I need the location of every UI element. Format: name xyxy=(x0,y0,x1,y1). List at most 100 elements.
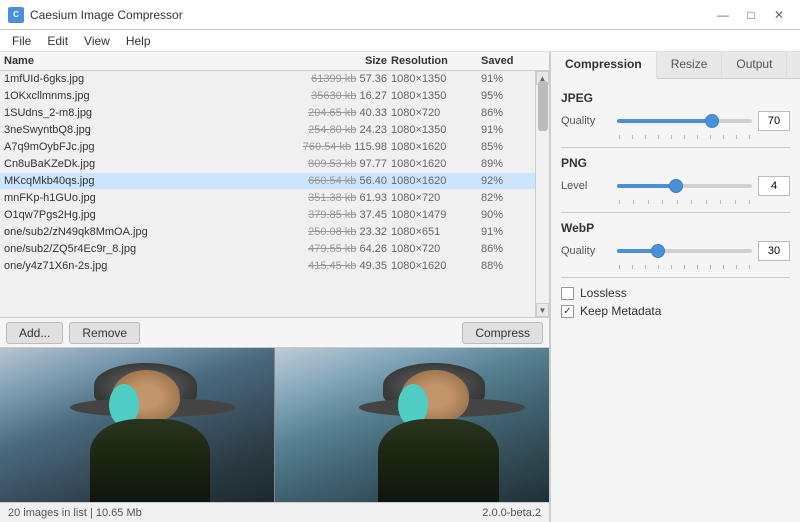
png-level-track xyxy=(617,184,752,188)
table-row[interactable]: A7q9mOybFJc.jpg 760.54 kb 115.98 1080×16… xyxy=(0,139,535,156)
keep-metadata-row: Keep Metadata xyxy=(561,304,790,318)
scroll-thumb[interactable] xyxy=(538,81,548,131)
file-size: 351.38 kb 61.93 xyxy=(291,192,391,204)
menu-view[interactable]: View xyxy=(76,32,118,50)
file-size-original: 351.38 kb xyxy=(308,192,356,204)
table-row[interactable]: O1qw7Pgs2Hg.jpg 379.85 kb 37.45 1080×147… xyxy=(0,207,535,224)
maximize-button[interactable]: □ xyxy=(738,5,764,25)
remove-button[interactable]: Remove xyxy=(69,322,140,344)
table-row[interactable]: 1SUdns_2-m8.jpg 204.65 kb 40.33 1080×720… xyxy=(0,105,535,122)
table-row[interactable]: one/sub2/zN49qk8MmOA.jpg 250.08 kb 23.32… xyxy=(0,224,535,241)
tick xyxy=(736,135,737,139)
compress-button[interactable]: Compress xyxy=(462,322,543,344)
keep-metadata-checkbox[interactable] xyxy=(561,305,574,318)
file-name: O1qw7Pgs2Hg.jpg xyxy=(4,209,291,221)
tick xyxy=(691,200,692,204)
tick xyxy=(671,135,672,139)
jpeg-quality-value[interactable]: 70 xyxy=(758,111,790,131)
webp-quality-slider[interactable] xyxy=(617,242,752,260)
add-button[interactable]: Add... xyxy=(6,322,63,344)
menu-file[interactable]: File xyxy=(4,32,39,50)
jpeg-label: JPEG xyxy=(561,91,790,105)
total-size: 10.65 Mb xyxy=(96,507,142,519)
file-size-original: 760.54 kb xyxy=(303,141,351,153)
file-name: one/sub2/zN49qk8MmOA.jpg xyxy=(4,226,291,238)
webp-quality-thumb[interactable] xyxy=(651,244,665,258)
menu-help[interactable]: Help xyxy=(118,32,159,50)
table-row[interactable]: MKcqMkb40qs.jpg 660.54 kb 56.40 1080×162… xyxy=(0,173,535,190)
table-row[interactable]: Cn8uBaKZeDk.jpg 809.53 kb 97.77 1080×162… xyxy=(0,156,535,173)
file-resolution: 1080×1620 xyxy=(391,260,481,272)
scrollbar[interactable]: ▲ ▼ xyxy=(535,71,549,317)
tick xyxy=(677,200,678,204)
webp-quality-track xyxy=(617,249,752,253)
file-resolution: 1080×1350 xyxy=(391,124,481,136)
divider-2 xyxy=(561,212,790,213)
file-name: Cn8uBaKZeDk.jpg xyxy=(4,158,291,170)
webp-ticks xyxy=(561,265,790,269)
file-saved: 90% xyxy=(481,209,531,221)
close-button[interactable]: ✕ xyxy=(766,5,792,25)
file-resolution: 1080×720 xyxy=(391,107,481,119)
table-row[interactable]: one/y4z71X6n-2s.jpg 415.45 kb 49.35 1080… xyxy=(0,258,535,275)
lossless-row: Lossless xyxy=(561,286,790,300)
webp-quality-value[interactable]: 30 xyxy=(758,241,790,261)
person-left xyxy=(82,363,233,502)
table-row[interactable]: 1OKxcllmnms.jpg 35630 kb 16.27 1080×1350… xyxy=(0,88,535,105)
tab-compression[interactable]: Compression xyxy=(551,52,657,79)
titlebar-left: C Caesium Image Compressor xyxy=(8,7,183,23)
file-size-original: 204.65 kb xyxy=(308,107,356,119)
file-saved: 95% xyxy=(481,90,531,102)
file-name: 1mfUId-6gks.jpg xyxy=(4,73,291,85)
png-level-thumb[interactable] xyxy=(669,179,683,193)
webp-label: WebP xyxy=(561,221,790,235)
scroll-down-arrow[interactable]: ▼ xyxy=(536,303,549,317)
file-saved: 91% xyxy=(481,73,531,85)
table-row[interactable]: 3neSwyntbQ8.jpg 254.80 kb 24.23 1080×135… xyxy=(0,122,535,139)
jpeg-quality-row: Quality 70 xyxy=(561,111,790,131)
tick xyxy=(658,265,659,269)
minimize-button[interactable]: — xyxy=(710,5,736,25)
tick xyxy=(736,265,737,269)
jpeg-quality-fill xyxy=(617,119,712,123)
preview-original xyxy=(0,348,275,502)
tick xyxy=(619,200,620,204)
lossless-checkbox[interactable] xyxy=(561,287,574,300)
tick xyxy=(697,265,698,269)
preview-compressed xyxy=(275,348,549,502)
menubar: File Edit View Help xyxy=(0,30,800,52)
jpeg-quality-slider[interactable] xyxy=(617,112,752,130)
file-resolution: 1080×1350 xyxy=(391,90,481,102)
file-size: 379.85 kb 37.45 xyxy=(291,209,391,221)
main-content: Name Size Resolution Saved 1mfUId-6gks.j… xyxy=(0,52,800,522)
png-ticks xyxy=(561,200,790,204)
images-count: 20 images in list xyxy=(8,507,87,519)
file-size: 415.45 kb 49.35 xyxy=(291,260,391,272)
tab-output[interactable]: Output xyxy=(722,52,787,78)
png-tick-marks xyxy=(619,200,750,204)
right-tabs: Compression Resize Output xyxy=(551,52,800,79)
file-saved: 91% xyxy=(481,226,531,238)
jpeg-quality-thumb[interactable] xyxy=(705,114,719,128)
body-left xyxy=(90,419,211,502)
file-size-original: 61399 kb xyxy=(311,73,356,85)
table-row[interactable]: 1mfUId-6gks.jpg 61399 kb 57.36 1080×1350… xyxy=(0,71,535,88)
file-size: 250.08 kb 23.32 xyxy=(291,226,391,238)
file-name: 1OKxcllmnms.jpg xyxy=(4,90,291,102)
file-saved: 89% xyxy=(481,158,531,170)
file-resolution: 1080×1620 xyxy=(391,175,481,187)
png-level-value[interactable]: 4 xyxy=(758,176,790,196)
app-title: Caesium Image Compressor xyxy=(30,8,183,22)
table-row[interactable]: mnFKp-h1GUo.jpg 351.38 kb 61.93 1080×720… xyxy=(0,190,535,207)
png-level-row: Level 4 xyxy=(561,176,790,196)
webp-tick-marks xyxy=(619,265,750,269)
table-row[interactable]: one/sub2/ZQ5r4Ec9r_8.jpg 479.55 kb 64.26… xyxy=(0,241,535,258)
file-size: 479.55 kb 64.26 xyxy=(291,243,391,255)
png-level-slider[interactable] xyxy=(617,177,752,195)
tab-resize[interactable]: Resize xyxy=(657,52,723,78)
file-list-scroll[interactable]: 1mfUId-6gks.jpg 61399 kb 57.36 1080×1350… xyxy=(0,71,535,317)
menu-edit[interactable]: Edit xyxy=(39,32,76,50)
right-panel: Compression Resize Output JPEG Quality 7… xyxy=(550,52,800,522)
header-saved: Saved xyxy=(481,55,531,67)
app-icon: C xyxy=(8,7,24,23)
